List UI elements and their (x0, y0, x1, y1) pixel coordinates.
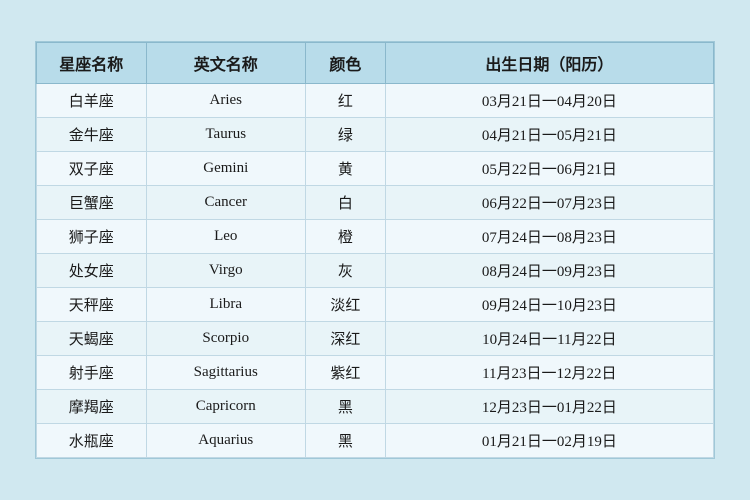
cell-chinese-name: 射手座 (37, 356, 147, 390)
table-row: 白羊座Aries红03月21日一04月20日 (37, 84, 714, 118)
cell-english-name: Leo (146, 220, 306, 254)
table-row: 射手座Sagittarius紫红11月23日一12月22日 (37, 356, 714, 390)
table-row: 狮子座Leo橙07月24日一08月23日 (37, 220, 714, 254)
cell-chinese-name: 金牛座 (37, 118, 147, 152)
table-header-row: 星座名称 英文名称 颜色 出生日期（阳历） (37, 43, 714, 84)
cell-english-name: Aries (146, 84, 306, 118)
cell-english-name: Gemini (146, 152, 306, 186)
cell-chinese-name: 摩羯座 (37, 390, 147, 424)
header-color: 颜色 (306, 43, 386, 84)
cell-chinese-name: 狮子座 (37, 220, 147, 254)
cell-color: 黄 (306, 152, 386, 186)
cell-english-name: Virgo (146, 254, 306, 288)
cell-color: 淡红 (306, 288, 386, 322)
cell-birth-date: 08月24日一09月23日 (385, 254, 713, 288)
cell-color: 白 (306, 186, 386, 220)
cell-chinese-name: 双子座 (37, 152, 147, 186)
cell-chinese-name: 天秤座 (37, 288, 147, 322)
cell-color: 黑 (306, 390, 386, 424)
cell-color: 红 (306, 84, 386, 118)
table-row: 处女座Virgo灰08月24日一09月23日 (37, 254, 714, 288)
cell-birth-date: 11月23日一12月22日 (385, 356, 713, 390)
zodiac-table: 星座名称 英文名称 颜色 出生日期（阳历） 白羊座Aries红03月21日一04… (36, 42, 714, 458)
header-chinese-name: 星座名称 (37, 43, 147, 84)
table-body: 白羊座Aries红03月21日一04月20日金牛座Taurus绿04月21日一0… (37, 84, 714, 458)
cell-birth-date: 01月21日一02月19日 (385, 424, 713, 458)
cell-birth-date: 05月22日一06月21日 (385, 152, 713, 186)
cell-color: 深红 (306, 322, 386, 356)
cell-color: 灰 (306, 254, 386, 288)
header-birth-date: 出生日期（阳历） (385, 43, 713, 84)
table-row: 双子座Gemini黄05月22日一06月21日 (37, 152, 714, 186)
cell-birth-date: 12月23日一01月22日 (385, 390, 713, 424)
cell-color: 黑 (306, 424, 386, 458)
cell-birth-date: 03月21日一04月20日 (385, 84, 713, 118)
cell-english-name: Aquarius (146, 424, 306, 458)
header-english-name: 英文名称 (146, 43, 306, 84)
table-row: 天秤座Libra淡红09月24日一10月23日 (37, 288, 714, 322)
cell-english-name: Libra (146, 288, 306, 322)
cell-chinese-name: 水瓶座 (37, 424, 147, 458)
cell-color: 橙 (306, 220, 386, 254)
table-row: 天蝎座Scorpio深红10月24日一11月22日 (37, 322, 714, 356)
cell-birth-date: 04月21日一05月21日 (385, 118, 713, 152)
zodiac-table-container: 星座名称 英文名称 颜色 出生日期（阳历） 白羊座Aries红03月21日一04… (35, 41, 715, 459)
cell-chinese-name: 天蝎座 (37, 322, 147, 356)
cell-birth-date: 06月22日一07月23日 (385, 186, 713, 220)
cell-birth-date: 09月24日一10月23日 (385, 288, 713, 322)
cell-birth-date: 07月24日一08月23日 (385, 220, 713, 254)
cell-color: 绿 (306, 118, 386, 152)
table-row: 摩羯座Capricorn黑12月23日一01月22日 (37, 390, 714, 424)
cell-english-name: Sagittarius (146, 356, 306, 390)
cell-english-name: Cancer (146, 186, 306, 220)
table-row: 金牛座Taurus绿04月21日一05月21日 (37, 118, 714, 152)
cell-chinese-name: 处女座 (37, 254, 147, 288)
table-row: 水瓶座Aquarius黑01月21日一02月19日 (37, 424, 714, 458)
cell-birth-date: 10月24日一11月22日 (385, 322, 713, 356)
cell-english-name: Capricorn (146, 390, 306, 424)
cell-chinese-name: 巨蟹座 (37, 186, 147, 220)
cell-chinese-name: 白羊座 (37, 84, 147, 118)
table-row: 巨蟹座Cancer白06月22日一07月23日 (37, 186, 714, 220)
cell-english-name: Taurus (146, 118, 306, 152)
cell-color: 紫红 (306, 356, 386, 390)
cell-english-name: Scorpio (146, 322, 306, 356)
